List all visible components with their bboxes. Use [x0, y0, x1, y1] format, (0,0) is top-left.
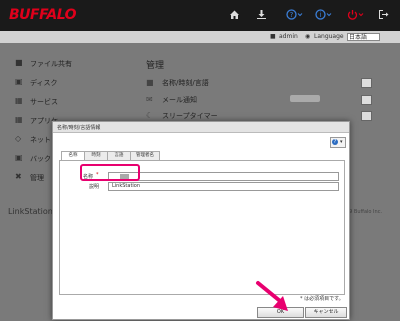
dialog-title: 名称/時刻/言語情報: [57, 125, 101, 131]
main-item-label: スリープタイマー: [162, 112, 218, 120]
svg-text:i: i: [320, 11, 322, 19]
description-field[interactable]: LinkStation: [108, 182, 339, 191]
sidebar-item-disk[interactable]: ▣ ディスク: [0, 73, 130, 91]
service-icon: ▦: [15, 96, 23, 105]
language-label: Language: [314, 33, 344, 40]
user-icon: ■: [270, 33, 276, 40]
logout-icon[interactable]: [377, 9, 389, 21]
main-item-mail-notification[interactable]: ✉ メール通知: [146, 93, 376, 107]
pointer-arrow-icon: [256, 281, 288, 311]
cancel-button[interactable]: キャンセル: [305, 307, 347, 318]
language-select[interactable]: 日本語: [347, 33, 380, 41]
top-bar: BUFFALO ? i: [0, 0, 400, 31]
sidebar-item-label: サービス: [30, 98, 58, 106]
name-field[interactable]: [108, 172, 339, 181]
app-icon: ▦: [15, 115, 23, 124]
description-value: LinkStation: [112, 183, 141, 189]
help-icon[interactable]: ?: [286, 9, 304, 21]
dialog-header: 名称/時刻/言語情報: [53, 122, 349, 133]
settings-button[interactable]: [361, 95, 372, 105]
sleep-icon: ☾: [146, 111, 154, 120]
page-title: 管理: [146, 61, 165, 71]
download-icon[interactable]: [255, 9, 267, 21]
highlight-box: [80, 164, 140, 181]
sidebar-item-label: ネット: [30, 136, 51, 144]
network-icon: ◇: [15, 134, 22, 143]
settings-button[interactable]: [361, 78, 372, 88]
help-icon: ?: [332, 139, 338, 145]
chevron-down-icon: ▾: [340, 139, 343, 145]
svg-text:?: ?: [290, 11, 294, 19]
mail-icon: ✉: [146, 95, 153, 104]
sidebar-item-services[interactable]: ▦ サービス: [0, 92, 130, 110]
dialog-help-button[interactable]: ? ▾: [330, 137, 346, 148]
mail-toggle[interactable]: [290, 95, 320, 102]
tools-icon: ✖: [15, 172, 22, 181]
globe-icon: ◉: [305, 33, 311, 40]
sidebar-item-label: 管理: [30, 174, 44, 182]
logo: BUFFALO: [9, 7, 77, 23]
tab-time[interactable]: 時刻: [84, 151, 108, 160]
description-label: 説明: [89, 184, 100, 190]
device-name: LinkStation: [8, 207, 53, 216]
backup-icon: ▣: [15, 153, 23, 162]
main-item-label: 名称/時刻/言語: [162, 79, 209, 87]
sidebar-item-label: ファイル共有: [30, 60, 72, 68]
nas-icon: ■: [146, 78, 154, 87]
user-bar: ■ admin ◉ Language: [0, 31, 400, 43]
name-time-language-dialog: 名称/時刻/言語情報 ? ▾ 名称 時刻 言語 管理者名 名称 * 説明 Lin…: [52, 121, 350, 320]
user-label: admin: [279, 33, 298, 40]
sidebar-item-label: バック: [30, 155, 51, 163]
power-icon[interactable]: [347, 9, 365, 21]
disk-icon: ▣: [15, 77, 23, 86]
tab-language[interactable]: 言語: [107, 151, 131, 160]
info-icon[interactable]: i: [315, 9, 333, 21]
required-note: * は必須項目です。: [300, 296, 344, 302]
folder-icon: ■: [15, 58, 23, 67]
sidebar-item-file-sharing[interactable]: ■ ファイル共有: [0, 54, 130, 72]
main-item-name-time-language[interactable]: ■ 名称/時刻/言語: [146, 76, 376, 90]
home-icon[interactable]: [228, 9, 240, 21]
sidebar-item-label: ディスク: [30, 79, 58, 87]
main-item-label: メール通知: [162, 96, 197, 104]
settings-button[interactable]: [361, 111, 372, 121]
tab-admin-name[interactable]: 管理者名: [130, 151, 160, 160]
